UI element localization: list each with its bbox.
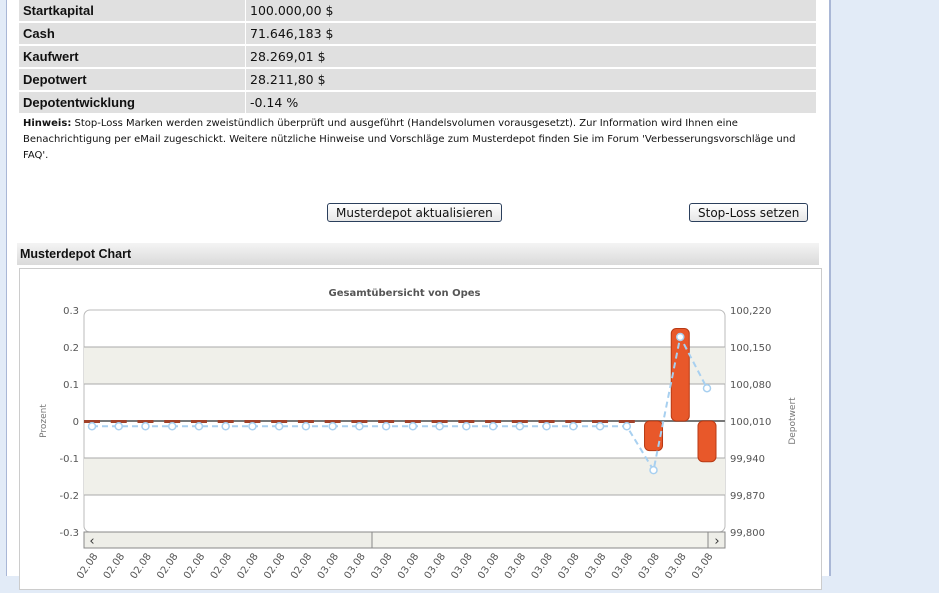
left-axis-tick: -0.2 [59, 491, 79, 502]
right-axis-label: Depotwert [788, 397, 798, 445]
x-axis-tick: 02.08 [128, 551, 153, 581]
line-point [488, 422, 498, 431]
line-point [87, 422, 97, 431]
summary-value: 28.211,80 $ [245, 68, 816, 92]
bar [670, 328, 690, 422]
summary-label: Depotentwicklung [19, 91, 246, 115]
x-axis-tick: 03.08 [637, 551, 662, 581]
left-border [0, 0, 7, 576]
x-axis-tick: 03.08 [663, 551, 688, 581]
summary-label: Startkapital [19, 0, 246, 23]
x-axis-tick: 03.08 [396, 551, 421, 581]
right-axis-tick: 99,940 [730, 454, 765, 465]
x-axis-tick: 02.08 [102, 551, 127, 581]
x-axis-tick: 03.08 [690, 551, 715, 581]
line-point [328, 422, 337, 431]
x-axis-tick: 02.08 [235, 551, 260, 581]
grid-band [84, 347, 725, 384]
left-axis-tick: -0.3 [59, 528, 79, 539]
update-depot-button[interactable]: Musterdepot aktualisieren [327, 203, 502, 222]
line-point [274, 422, 284, 431]
line-point [194, 422, 204, 431]
left-axis-tick: 0.1 [63, 380, 79, 391]
x-axis-tick: 03.08 [369, 551, 394, 581]
line-point [248, 422, 257, 431]
x-axis-tick: 02.08 [75, 551, 100, 581]
right-axis-tick: 100,150 [730, 343, 771, 354]
line-point [702, 383, 712, 393]
summary-value: 28.269,01 $ [245, 45, 816, 69]
x-axis-tick: 02.08 [155, 551, 180, 581]
line-point [355, 422, 364, 431]
summary-label: Depotwert [19, 68, 246, 92]
line-point [381, 422, 391, 431]
x-axis-tick: 03.08 [316, 551, 341, 581]
summary-value: -0.14 % [245, 91, 816, 115]
depot-summary-table: Startkapital 100.000,00 $ Cash 71.646,183 $… [19, 0, 816, 115]
content-panel: Startkapital 100.000,00 $ Cash 71.646,183 $… [7, 0, 831, 590]
line-point [542, 422, 551, 431]
left-axis-tick: -0.1 [59, 454, 79, 465]
summary-row: Cash 71.646,183 $ [19, 22, 816, 46]
line-point [141, 422, 150, 431]
line-point [649, 465, 658, 475]
x-axis-tick: 03.08 [503, 551, 528, 581]
x-axis-tick: 02.08 [182, 551, 207, 581]
line-point [595, 422, 605, 431]
left-axis-label: Prozent [39, 404, 49, 438]
line-point [301, 422, 311, 431]
right-axis-tick: 100,220 [730, 306, 771, 317]
line-point [622, 422, 632, 431]
line-point [515, 422, 525, 431]
line-point [167, 422, 177, 431]
line-point [676, 332, 685, 342]
depot-chart: Gesamtübersicht von Opes 0.3 100,220 0.2 100… [39, 288, 798, 581]
summary-row: Startkapital 100.000,00 $ [19, 0, 816, 23]
x-axis-tick: 03.08 [610, 551, 635, 581]
summary-value: 71.646,183 $ [245, 22, 816, 46]
left-axis-tick: 0.2 [63, 343, 79, 354]
bar [697, 420, 717, 463]
right-axis-tick: 99,870 [730, 491, 765, 502]
x-axis-tick: 03.08 [556, 551, 581, 581]
summary-row: Depotwert 28.211,80 $ [19, 68, 816, 92]
summary-label: Kaufwert [19, 45, 246, 69]
x-axis-tick: 02.08 [289, 551, 314, 581]
right-axis-tick: 99,800 [730, 528, 765, 539]
grid-band [84, 458, 725, 495]
x-axis-tick: 03.08 [530, 551, 555, 581]
summary-value: 100.000,00 $ [245, 0, 816, 23]
x-axis-tick: 03.08 [449, 551, 474, 581]
line-point [221, 422, 230, 431]
chart-container: Gesamtübersicht von Opes 0.3 100,220 0.2 100… [19, 268, 822, 590]
x-axis-tick: 02.08 [262, 551, 287, 581]
scroll-left-icon[interactable]: ‹ [89, 534, 94, 549]
x-axis-tick: 03.08 [583, 551, 608, 581]
chart-section-title: Musterdepot Chart [17, 243, 819, 265]
summary-row: Kaufwert 28.269,01 $ [19, 45, 816, 69]
right-axis-tick: 100,010 [730, 417, 771, 428]
line-point [435, 422, 444, 431]
hint-body: Stop-Loss Marken werden zweistündlich üb… [23, 118, 796, 161]
left-axis-tick: 0 [73, 417, 79, 428]
scroll-right-icon[interactable]: › [714, 534, 719, 549]
x-axis-tick: 03.08 [423, 551, 448, 581]
scrollbar-thumb[interactable] [371, 531, 709, 549]
summary-row: Depotentwicklung -0.14 % [19, 91, 816, 115]
line-point [462, 422, 471, 431]
hint-label: Hinweis: [23, 118, 72, 129]
right-axis-tick: 100,080 [730, 380, 771, 391]
x-axis-tick: 03.08 [476, 551, 501, 581]
hint-text: Hinweis: Stop-Loss Marken werden zweistü… [23, 116, 819, 164]
left-axis-tick: 0.3 [63, 306, 79, 317]
x-axis-tick: 02.08 [209, 551, 234, 581]
x-axis-tick: 03.08 [342, 551, 367, 581]
line-point [114, 422, 123, 431]
line-point [569, 422, 578, 431]
summary-label: Cash [19, 22, 246, 46]
chart-title: Gesamtübersicht von Opes [329, 288, 481, 299]
set-stop-loss-button[interactable]: Stop-Loss setzen [689, 203, 809, 222]
line-point [408, 422, 418, 431]
